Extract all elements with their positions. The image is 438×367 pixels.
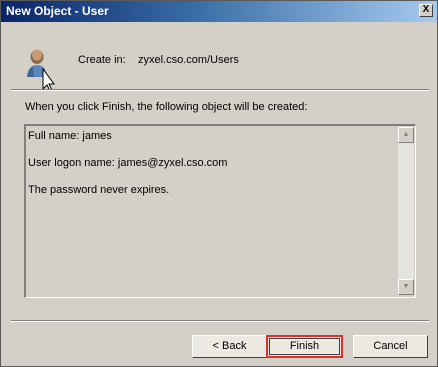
scroll-down-button[interactable]: ▼	[398, 279, 414, 295]
footer-divider	[11, 320, 429, 322]
vertical-scrollbar[interactable]: ▲ ▼	[398, 127, 414, 295]
finish-button-label: Finish	[289, 340, 320, 352]
down-arrow-icon: ▼	[402, 283, 410, 290]
new-object-user-dialog: New Object - User X Create in: zyxel.cso…	[0, 0, 438, 367]
summary-line-password: The password never expires.	[28, 184, 170, 196]
user-icon	[27, 49, 55, 91]
summary-line-logon-name: User logon name: james@zyxel.cso.com	[28, 157, 228, 169]
cancel-button-label: Cancel	[373, 340, 408, 352]
create-in-label: Create in:	[78, 54, 126, 66]
back-button-label: < Back	[212, 340, 247, 352]
title-bar[interactable]: New Object - User X	[1, 1, 437, 22]
cancel-button[interactable]: Cancel	[353, 335, 428, 358]
create-in-path: zyxel.cso.com/Users	[138, 54, 239, 66]
finish-button[interactable]: Finish	[266, 335, 343, 358]
summary-textbox[interactable]: Full name: james User logon name: james@…	[24, 124, 416, 298]
dialog-title: New Object - User	[6, 4, 109, 18]
summary-line-full-name: Full name: james	[28, 130, 112, 142]
summary-lines: Full name: james User logon name: james@…	[28, 130, 394, 211]
intro-text: When you click Finish, the following obj…	[25, 101, 308, 113]
scroll-up-button[interactable]: ▲	[398, 127, 414, 143]
close-button[interactable]: X	[419, 4, 433, 17]
up-arrow-icon: ▲	[402, 131, 410, 138]
header-divider	[11, 89, 429, 91]
close-icon: X	[422, 4, 430, 15]
back-button[interactable]: < Back	[192, 335, 267, 358]
